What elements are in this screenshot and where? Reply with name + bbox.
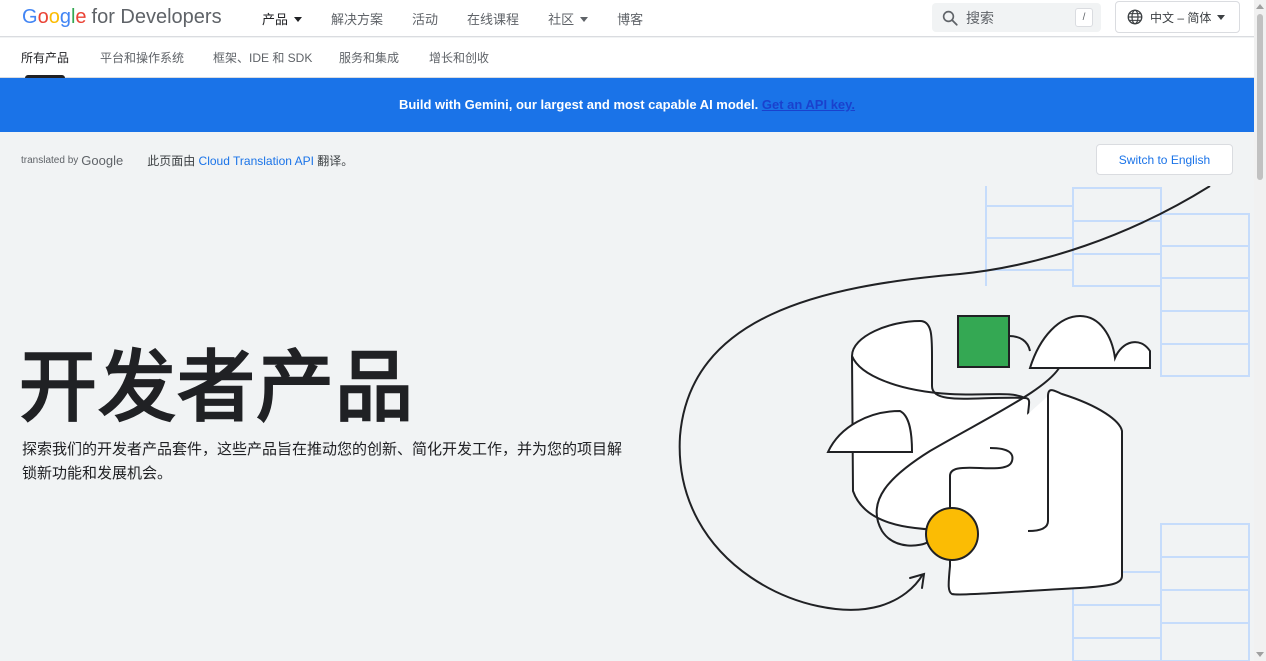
square-connector <box>1008 335 1031 352</box>
green-square-icon <box>957 315 1010 368</box>
page-scrollbar[interactable] <box>1254 0 1266 661</box>
cloud-left-icon <box>826 409 914 453</box>
chevron-down-icon <box>294 16 303 22</box>
scrollbar-thumb[interactable] <box>1257 14 1263 180</box>
page-title: 开发者产品 <box>19 343 415 431</box>
banner-api-key-link[interactable]: Get an API key. <box>762 97 855 112</box>
tab-platforms[interactable]: 平台和操作系统 <box>100 38 184 78</box>
google-wordmark: Google <box>81 153 124 168</box>
nav-item-events[interactable]: 活动 <box>412 9 438 28</box>
globe-icon <box>1127 9 1143 25</box>
language-selector[interactable]: 中文 – 简体 <box>1115 1 1240 33</box>
nav-item-courses[interactable]: 在线课程 <box>467 9 519 28</box>
tab-frameworks[interactable]: 框架、IDE 和 SDK <box>213 38 312 78</box>
nav-item-products[interactable]: 产品 <box>262 9 303 28</box>
chevron-down-icon <box>1217 15 1226 20</box>
announcement-banner: Build with Gemini, our largest and most … <box>0 78 1254 132</box>
google-for-developers-logo[interactable]: Google for Developers <box>22 5 222 29</box>
search-box[interactable]: / <box>932 3 1101 32</box>
language-label: 中文 – 简体 <box>1150 10 1212 25</box>
main-nav: 产品 解决方案 活动 在线课程 社区 博客 <box>262 0 672 37</box>
switch-to-english-button[interactable]: Switch to English <box>1096 144 1233 175</box>
sub-nav: 所有产品 平台和操作系统 框架、IDE 和 SDK 服务和集成 增长和创收 <box>0 38 1254 78</box>
banner-text: Build with Gemini, our largest and most … <box>398 97 759 112</box>
translation-note: 此页面由 Cloud Translation API 翻译。 <box>147 154 354 168</box>
top-bar: Google for Developers 产品 解决方案 活动 在线课程 社区 … <box>0 0 1254 37</box>
cloud-translation-link[interactable]: Cloud Translation API <box>199 154 314 168</box>
search-input[interactable] <box>966 9 1061 26</box>
translated-by-label: translated by <box>21 155 79 166</box>
tab-growth[interactable]: 增长和创收 <box>429 38 489 78</box>
nav-item-solutions[interactable]: 解决方案 <box>331 9 383 28</box>
scroll-down-icon[interactable] <box>1256 652 1264 657</box>
chevron-down-icon <box>580 16 589 22</box>
search-shortcut-key: / <box>1075 8 1093 27</box>
yellow-circle-icon <box>925 507 979 561</box>
hero-illustration <box>678 186 1250 661</box>
nav-item-blog[interactable]: 博客 <box>617 9 643 28</box>
scroll-up-icon[interactable] <box>1256 4 1264 9</box>
tab-all-products[interactable]: 所有产品 <box>21 38 69 78</box>
cloud-right-icon <box>1028 314 1151 369</box>
nav-item-community[interactable]: 社区 <box>548 9 589 28</box>
grid-blocks-top <box>985 186 1250 377</box>
page-description: 探索我们的开发者产品套件，这些产品旨在推动您的创新、简化开发工作，并为您的项目解… <box>22 441 623 482</box>
translation-notice: translated by Google 此页面由 Cloud Translat… <box>21 152 353 169</box>
tab-services[interactable]: 服务和集成 <box>339 38 399 78</box>
search-icon <box>942 10 958 26</box>
